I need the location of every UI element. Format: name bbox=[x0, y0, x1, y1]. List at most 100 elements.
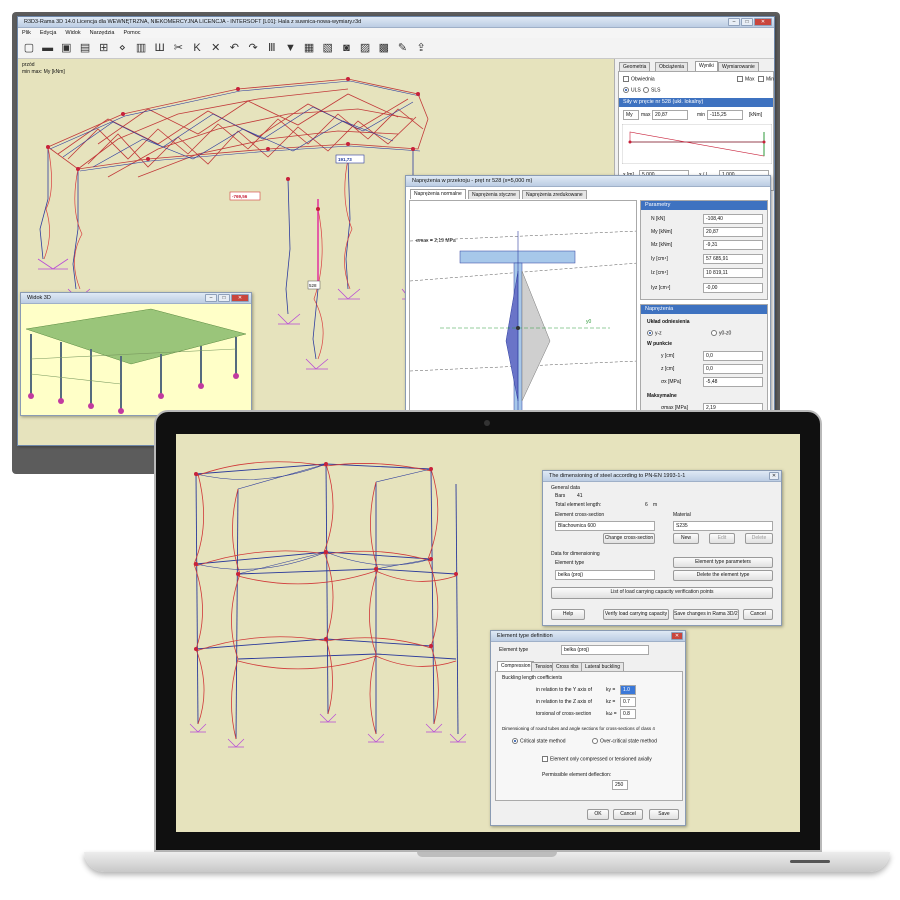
coeff-value-y[interactable]: 1.0 bbox=[620, 685, 636, 695]
min-checkbox[interactable]: Min bbox=[758, 76, 774, 82]
force-select[interactable]: My bbox=[623, 110, 639, 120]
type-save-button[interactable]: Save bbox=[649, 809, 679, 820]
tab-lateral-buckling[interactable]: Lateral buckling bbox=[581, 662, 625, 671]
coord-y0z0-label: y0-z0 bbox=[719, 330, 732, 337]
element-type-dialog: Element type definition ✕ Element type b… bbox=[490, 630, 686, 826]
table-icon[interactable]: ▦ bbox=[302, 41, 316, 55]
minimize-icon[interactable]: – bbox=[728, 18, 740, 26]
length-label: Total element length: bbox=[555, 502, 602, 508]
filter-icon[interactable]: ▼ bbox=[283, 41, 297, 55]
point-value-z[interactable]: 0,0 bbox=[703, 364, 763, 374]
tab-cross-ribs[interactable]: Cross ribs bbox=[552, 662, 583, 671]
tab-normal-stress[interactable]: Naprężenia normalne bbox=[410, 189, 466, 199]
save-changes-button[interactable]: Save changes in Rama 3D/2D bbox=[673, 609, 739, 620]
overcritical-radio[interactable]: Over-critical state method bbox=[592, 738, 657, 744]
critical-radio[interactable]: Critical state method bbox=[512, 738, 566, 744]
bars-icon[interactable]: ▥ bbox=[134, 41, 148, 55]
coord-radio-y0z0[interactable]: y0-z0 bbox=[711, 330, 731, 336]
view3d-window: Widok 3D – □ ✕ bbox=[20, 292, 252, 416]
tab-shear-stress[interactable]: Naprężenia styczne bbox=[468, 190, 520, 199]
point-value-y[interactable]: 0,0 bbox=[703, 351, 763, 361]
menu-narzedzia[interactable]: Narzędzia bbox=[90, 28, 115, 38]
stress-section-diagram bbox=[409, 200, 637, 425]
open-icon[interactable]: ▬ bbox=[41, 41, 55, 55]
menu-widok[interactable]: Widok bbox=[65, 28, 80, 38]
max-checkbox[interactable]: Max bbox=[737, 76, 754, 82]
axial-checkbox[interactable]: Element only compressed or tensioned axi… bbox=[542, 756, 652, 762]
dim-round-label: Dimensioning of round tubes and angle se… bbox=[502, 726, 655, 731]
coeff-value-torsion[interactable]: 0.8 bbox=[620, 709, 636, 719]
min-key: min bbox=[697, 112, 706, 118]
results-icon[interactable]: ▧ bbox=[321, 41, 335, 55]
stress-titlebar: Naprężenia w przekroju - pręt nr 528 (x=… bbox=[406, 176, 770, 187]
deflection-field[interactable]: 250 bbox=[612, 780, 628, 790]
export-icon[interactable]: ⇪ bbox=[414, 41, 428, 55]
compression-tab-body: Buckling length coefficients in relation… bbox=[495, 671, 683, 801]
cut-icon[interactable]: ✂ bbox=[171, 41, 185, 55]
sls-radio[interactable]: SLS bbox=[643, 87, 660, 93]
menu-edycja[interactable]: Edycja bbox=[40, 28, 57, 38]
print-icon[interactable]: ▩ bbox=[377, 41, 391, 55]
menu-plik[interactable]: Plik bbox=[22, 28, 31, 38]
tab-reduced-stress[interactable]: Naprężenia zredukowane bbox=[522, 190, 587, 199]
coord-radio-yz[interactable]: y-z bbox=[647, 330, 662, 336]
close-icon[interactable]: ✕ bbox=[769, 472, 779, 480]
grid-icon[interactable]: ⊞ bbox=[97, 41, 111, 55]
element-type-params-button[interactable]: Element type parameters bbox=[673, 557, 773, 568]
cancel-button[interactable]: Cancel bbox=[743, 609, 773, 620]
coeff-value-z[interactable]: 0.7 bbox=[620, 697, 636, 707]
critical-label: Critical state method bbox=[520, 738, 566, 745]
tab-obciazenia[interactable]: Obciążenia bbox=[655, 62, 689, 71]
point-label-sigma: σx [MPa] bbox=[661, 379, 682, 385]
coeff-label-z: in relation to the Z axis of bbox=[536, 699, 592, 705]
loads-icon[interactable]: K bbox=[190, 41, 204, 55]
material-label: Material bbox=[673, 512, 691, 518]
tab-wymiarowanie[interactable]: Wymiarowanie bbox=[718, 62, 759, 71]
menu-pomoc[interactable]: Pomoc bbox=[123, 28, 140, 38]
cross-section-field[interactable]: Blachownica 600 bbox=[555, 521, 655, 531]
new-icon[interactable]: ▢ bbox=[22, 41, 36, 55]
type-name-field[interactable]: belka (proj) bbox=[561, 645, 649, 655]
tab-geometria[interactable]: Geometria bbox=[619, 62, 651, 71]
undo-icon[interactable]: ↶ bbox=[227, 41, 241, 55]
camera-icon[interactable]: ◙ bbox=[339, 41, 353, 55]
envelope-checkbox[interactable]: Obwiednia bbox=[623, 76, 655, 82]
bars-value: 41 bbox=[577, 493, 583, 499]
maximize-icon[interactable]: □ bbox=[741, 18, 753, 26]
minimize-icon[interactable]: – bbox=[205, 294, 217, 302]
delete-element-type-button[interactable]: Delete the element type bbox=[673, 570, 773, 581]
laptop-screen[interactable]: The dimensioning of steel according to P… bbox=[176, 434, 800, 832]
redo-icon[interactable]: ↷ bbox=[246, 41, 260, 55]
tab-compression[interactable]: Compression bbox=[497, 661, 535, 671]
supports-icon[interactable]: Ш bbox=[153, 41, 167, 55]
results-tab-body: Obwiednia Max Min ULS SLS Siły w pręcie … bbox=[618, 71, 774, 191]
help-button[interactable]: Help bbox=[551, 609, 585, 620]
min-value-field: -115,25 bbox=[707, 110, 743, 120]
type-cancel-button[interactable]: Cancel bbox=[613, 809, 643, 820]
ok-button[interactable]: OK bbox=[587, 809, 609, 820]
change-cross-section-button[interactable]: Change cross-section bbox=[603, 533, 655, 544]
force-diagram bbox=[622, 124, 772, 164]
uls-radio[interactable]: ULS bbox=[623, 87, 641, 93]
delete-material-button[interactable]: Delete bbox=[745, 533, 773, 544]
close-icon[interactable]: ✕ bbox=[754, 18, 772, 26]
element-type-select[interactable]: belka (proj) bbox=[555, 570, 655, 580]
close-icon[interactable]: ✕ bbox=[671, 632, 683, 640]
verify-capacity-button[interactable]: Verify load carrying capacity bbox=[603, 609, 669, 620]
coeff-label-y: in relation to the Y axis of bbox=[536, 687, 592, 693]
save-icon[interactable]: ▣ bbox=[59, 41, 73, 55]
maximize-icon[interactable]: □ bbox=[218, 294, 230, 302]
close-icon[interactable]: ✕ bbox=[231, 294, 249, 302]
edit-material-button[interactable]: Edit bbox=[709, 533, 735, 544]
tools-icon[interactable]: ✎ bbox=[395, 41, 409, 55]
verification-points-button[interactable]: List of load carrying capacity verificat… bbox=[551, 587, 773, 599]
view3d-render[interactable] bbox=[21, 304, 251, 416]
sections-icon[interactable]: Ⅲ bbox=[265, 41, 279, 55]
report-icon[interactable]: ▨ bbox=[358, 41, 372, 55]
material-select[interactable]: S235 bbox=[673, 521, 773, 531]
save-as-icon[interactable]: ▤ bbox=[78, 41, 92, 55]
delete-icon[interactable]: ✕ bbox=[209, 41, 223, 55]
tab-wyniki[interactable]: Wyniki bbox=[695, 61, 718, 71]
nodes-icon[interactable]: ⋄ bbox=[115, 41, 129, 55]
new-material-button[interactable]: New bbox=[673, 533, 699, 544]
